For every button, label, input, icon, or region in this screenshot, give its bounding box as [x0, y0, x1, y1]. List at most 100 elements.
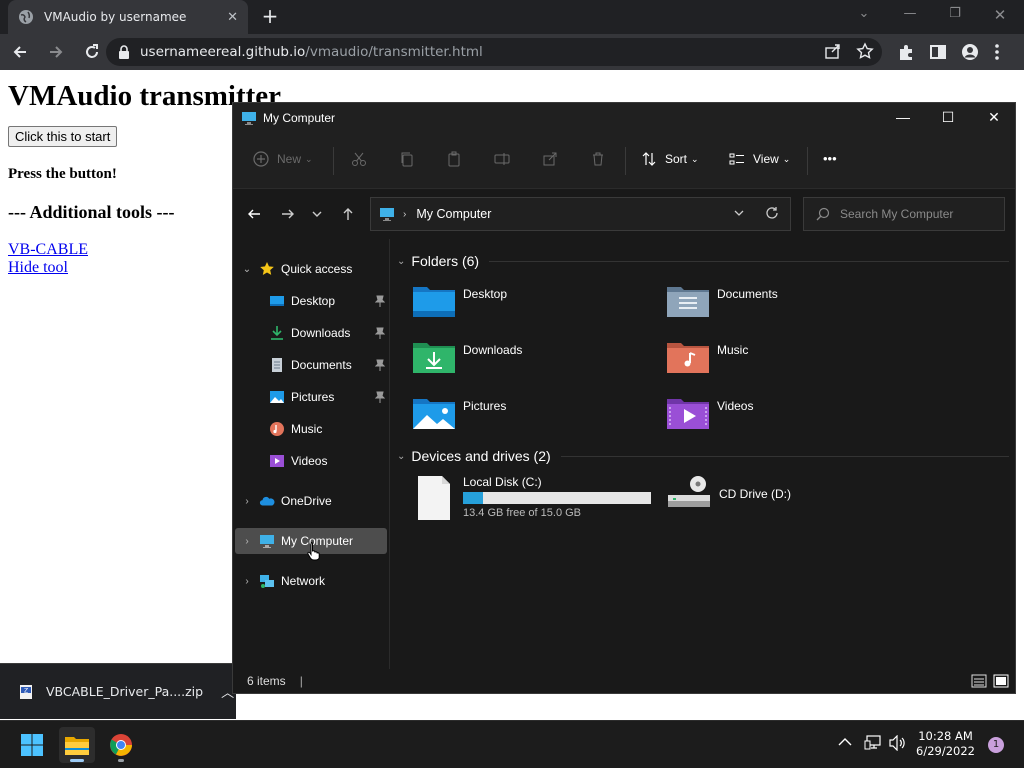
view-label: View — [753, 152, 779, 166]
folder-tile-pictures[interactable]: Pictures — [413, 395, 506, 429]
chevron-right-icon[interactable]: › — [241, 576, 253, 587]
folder-tile-videos[interactable]: Videos — [667, 395, 753, 429]
computer-icon — [241, 110, 257, 126]
drive-tile-cd[interactable]: CD Drive (D:) — [667, 475, 791, 511]
tab-search-icon[interactable]: ⌄ — [850, 6, 878, 26]
restore-button[interactable]: ❐ — [941, 6, 969, 26]
view-button[interactable]: View ⌄ — [729, 151, 790, 167]
explorer-title-bar[interactable]: My Computer — ☐ ✕ — [233, 103, 1015, 133]
nav-item-desktop[interactable]: Desktop — [235, 288, 387, 314]
large-icons-view-icon[interactable] — [993, 673, 1009, 689]
lock-icon[interactable] — [118, 45, 130, 59]
chevron-right-icon[interactable]: › — [241, 496, 253, 507]
search-icon — [816, 207, 830, 221]
back-icon[interactable] — [4, 36, 36, 68]
new-tab-button[interactable]: + — [258, 6, 282, 28]
pin-icon[interactable] — [375, 295, 385, 307]
rename-icon[interactable] — [494, 151, 510, 167]
copy-icon[interactable] — [399, 151, 415, 167]
start-button[interactable]: Click this to start — [8, 126, 118, 147]
drive-name: Local Disk (C:) — [463, 475, 542, 489]
explorer-search-box[interactable]: Search My Computer — [803, 197, 1005, 231]
share-icon[interactable] — [542, 151, 558, 167]
bookmark-star-icon[interactable] — [856, 42, 874, 60]
folder-tile-downloads[interactable]: Downloads — [413, 339, 522, 373]
videos-folder-icon — [667, 395, 709, 429]
minimize-button[interactable]: — — [896, 6, 924, 26]
taskbar-clock[interactable]: 10:28 AM 6/29/2022 — [916, 729, 975, 759]
notification-badge[interactable]: 1 — [988, 737, 1004, 753]
pin-icon[interactable] — [375, 359, 385, 371]
nav-label: Pictures — [291, 390, 335, 404]
globe-icon — [18, 9, 34, 25]
pin-icon[interactable] — [375, 391, 385, 403]
nav-item-music[interactable]: Music — [235, 416, 387, 442]
nav-item-downloads[interactable]: Downloads — [235, 320, 387, 346]
file-explorer-taskbar-icon[interactable] — [59, 727, 95, 763]
close-window-button[interactable]: ✕ — [986, 6, 1014, 26]
browser-tab[interactable]: VMAudio by usernamee ✕ — [8, 0, 248, 34]
search-placeholder: Search My Computer — [840, 207, 954, 221]
back-arrow-icon[interactable] — [246, 206, 262, 222]
plus-circle-icon — [253, 151, 269, 167]
chevron-up-icon[interactable] — [838, 737, 852, 747]
folder-tile-music[interactable]: Music — [667, 339, 748, 373]
start-icon[interactable] — [14, 727, 50, 763]
active-indicator — [70, 759, 84, 762]
volume-icon[interactable] — [889, 735, 907, 751]
drive-icon — [417, 475, 451, 521]
explorer-address-bar[interactable]: › My Computer — [370, 197, 791, 231]
drive-tile-local-disk[interactable]: Local Disk (C:) 13.4 GB free of 15.0 GB — [417, 475, 651, 521]
explorer-maximize-button[interactable]: ☐ — [933, 109, 963, 127]
nav-item-pictures[interactable]: Pictures — [235, 384, 387, 410]
chrome-menu-icon[interactable] — [994, 43, 1000, 61]
sort-icon — [641, 151, 657, 167]
address-bar[interactable]: usernameereal.github.io/vmaudio/transmit… — [106, 38, 882, 66]
more-options-button[interactable]: ••• — [823, 151, 837, 166]
nav-item-videos[interactable]: Videos — [235, 448, 387, 474]
side-panel-icon[interactable] — [929, 43, 947, 61]
clock-date: 6/29/2022 — [916, 744, 975, 758]
reload-icon[interactable] — [76, 36, 108, 68]
folder-tile-documents[interactable]: Documents — [667, 283, 778, 317]
profile-icon[interactable] — [961, 43, 979, 61]
download-file-name[interactable]: VBCABLE_Driver_Pa....zip — [46, 684, 203, 699]
tab-close-icon[interactable]: ✕ — [227, 10, 238, 25]
cut-icon[interactable] — [351, 151, 367, 167]
documents-folder-icon — [667, 283, 709, 317]
chevron-down-icon[interactable]: ⌄ — [241, 264, 253, 275]
drives-section-header[interactable]: ⌄ Devices and drives (2) — [397, 448, 1009, 464]
clock-time: 10:28 AM — [918, 729, 973, 743]
chrome-taskbar-icon[interactable] — [103, 727, 139, 763]
nav-network[interactable]: › Network — [235, 568, 387, 594]
pin-icon[interactable] — [375, 327, 385, 339]
recent-locations-icon[interactable] — [311, 206, 323, 222]
folders-section-header[interactable]: ⌄ Folders (6) — [397, 253, 1009, 269]
nav-label: Network — [281, 574, 326, 588]
chevron-down-icon: ⌄ — [397, 255, 406, 267]
explorer-close-button[interactable]: ✕ — [979, 109, 1009, 127]
divider — [560, 455, 1009, 457]
nav-onedrive[interactable]: › OneDrive — [235, 488, 387, 514]
nav-item-documents[interactable]: Documents — [235, 352, 387, 378]
paste-icon[interactable] — [446, 151, 462, 167]
up-arrow-icon[interactable] — [340, 206, 356, 222]
network-status-icon[interactable] — [864, 735, 882, 751]
nav-quick-access[interactable]: ⌄ Quick access — [235, 256, 387, 282]
address-dropdown-icon[interactable] — [733, 207, 745, 219]
explorer-minimize-button[interactable]: — — [888, 109, 918, 127]
forward-arrow-icon[interactable] — [280, 206, 296, 222]
chevron-right-icon[interactable]: › — [241, 536, 253, 547]
new-button[interactable]: New ⌄ — [253, 151, 313, 167]
tile-label: CD Drive (D:) — [719, 487, 791, 501]
extensions-icon[interactable] — [897, 43, 915, 61]
folder-tile-desktop[interactable]: Desktop — [413, 283, 507, 317]
delete-icon[interactable] — [590, 151, 606, 167]
forward-icon[interactable] — [40, 36, 72, 68]
details-view-icon[interactable] — [971, 673, 987, 689]
share-icon[interactable] — [824, 42, 842, 60]
divider — [807, 147, 808, 175]
sort-button[interactable]: Sort ⌄ — [641, 151, 699, 167]
drive-free-space: 13.4 GB free of 15.0 GB — [463, 507, 582, 519]
refresh-icon[interactable] — [765, 206, 779, 220]
